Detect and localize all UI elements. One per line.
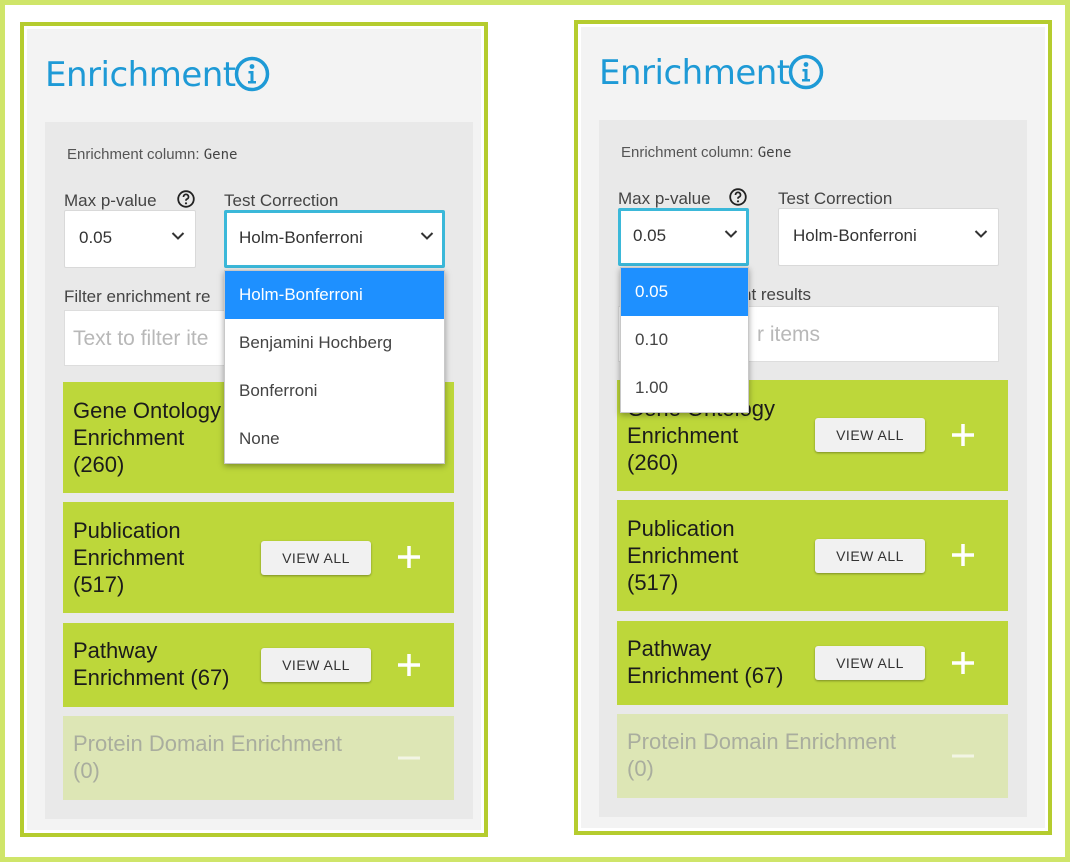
enrichment-box: Enrichment column: Gene Max p-value Test… [599, 120, 1027, 817]
test-correction-selected-value: Holm-Bonferroni [793, 226, 917, 245]
enrichment-panel-left: Enrichment Enrichment column: Gene Max p… [20, 22, 488, 837]
filter-input[interactable]: Text to filter ite [64, 310, 244, 366]
publication-section[interactable]: Publication Enrichment (517) VIEW ALL [617, 500, 1008, 611]
help-icon[interactable] [729, 188, 747, 206]
filter-placeholder: Text to filter ite [73, 327, 209, 350]
option-benjamini-hochberg[interactable]: Benjamini Hochberg [225, 319, 444, 367]
section-title: Publication Enrichment (517) [73, 518, 185, 597]
test-correction-select[interactable]: Holm-Bonferroni [224, 210, 445, 268]
section-title: Publication Enrichment (517) [627, 516, 739, 595]
chevron-down-icon [974, 230, 988, 238]
plus-icon[interactable] [397, 545, 421, 569]
enrichment-column-label: Enrichment column: [67, 146, 200, 163]
view-all-button[interactable]: VIEW ALL [261, 541, 371, 575]
max-p-selected-value: 0.05 [79, 228, 113, 247]
enrichment-panel-right: Enrichment Enrichment column: Gene Max p… [574, 20, 1052, 835]
panel-title: Enrichment [45, 55, 236, 95]
pathway-section[interactable]: Pathway Enrichment (67) VIEW ALL [617, 621, 1008, 705]
view-all-button[interactable]: VIEW ALL [815, 646, 925, 680]
test-correction-label: Test Correction [224, 191, 339, 210]
max-p-dropdown: 0.05 0.10 1.00 [620, 267, 749, 413]
chevron-down-icon [420, 232, 434, 240]
option-holm-bonferroni[interactable]: Holm-Bonferroni [225, 271, 444, 319]
info-icon[interactable] [788, 54, 824, 90]
protein-domain-section: Protein Domain Enrichment (0) [63, 716, 454, 800]
enrichment-box: Enrichment column: Gene Max p-value Test… [45, 122, 473, 819]
option-bonferroni[interactable]: Bonferroni [225, 367, 444, 415]
minus-icon [398, 756, 420, 760]
panel-title: Enrichment [599, 53, 790, 93]
test-correction-label: Test Correction [778, 189, 893, 208]
view-all-button[interactable]: VIEW ALL [261, 648, 371, 682]
option-0-05[interactable]: 0.05 [621, 268, 748, 316]
chevron-down-icon [724, 230, 738, 238]
section-title: Protein Domain Enrichment (0) [627, 729, 897, 781]
section-title: Protein Domain Enrichment (0) [73, 731, 343, 783]
plus-icon[interactable] [951, 423, 975, 447]
section-title: Gene Ontology Enrichment (260) [73, 398, 221, 477]
max-p-selected-value: 0.05 [633, 226, 667, 245]
max-p-select[interactable]: 0.05 [618, 208, 749, 266]
chevron-down-icon [171, 232, 185, 240]
enrichment-column-info: Enrichment column: Gene [67, 146, 237, 163]
max-p-label: Max p-value [64, 191, 157, 210]
enrichment-column-value: Gene [757, 145, 792, 161]
section-title: Pathway Enrichment (67) [627, 636, 784, 688]
enrichment-column-value: Gene [203, 147, 238, 163]
plus-icon[interactable] [951, 651, 975, 675]
minus-icon [952, 754, 974, 758]
plus-icon[interactable] [951, 543, 975, 567]
plus-icon[interactable] [397, 653, 421, 677]
pathway-section[interactable]: Pathway Enrichment (67) VIEW ALL [63, 623, 454, 707]
help-icon[interactable] [177, 190, 195, 208]
option-none[interactable]: None [225, 415, 444, 463]
filter-label: Filter enrichment re [64, 287, 211, 306]
test-correction-select[interactable]: Holm-Bonferroni [778, 208, 999, 266]
max-p-select[interactable]: 0.05 [64, 210, 196, 268]
publication-section[interactable]: Publication Enrichment (517) VIEW ALL [63, 502, 454, 613]
filter-label: nt results [742, 285, 811, 304]
protein-domain-section: Protein Domain Enrichment (0) [617, 714, 1008, 798]
enrichment-column-label: Enrichment column: [621, 144, 754, 161]
enrichment-column-info: Enrichment column: Gene [621, 144, 791, 161]
option-1-00[interactable]: 1.00 [621, 364, 748, 412]
section-title: Pathway Enrichment (67) [73, 638, 230, 690]
test-correction-selected-value: Holm-Bonferroni [239, 228, 363, 247]
max-p-label: Max p-value [618, 189, 711, 208]
view-all-button[interactable]: VIEW ALL [815, 418, 925, 452]
view-all-button[interactable]: VIEW ALL [815, 539, 925, 573]
info-icon[interactable] [234, 56, 270, 92]
filter-placeholder: r items [757, 323, 820, 346]
test-correction-dropdown: Holm-Bonferroni Benjamini Hochberg Bonfe… [224, 270, 445, 464]
option-0-10[interactable]: 0.10 [621, 316, 748, 364]
